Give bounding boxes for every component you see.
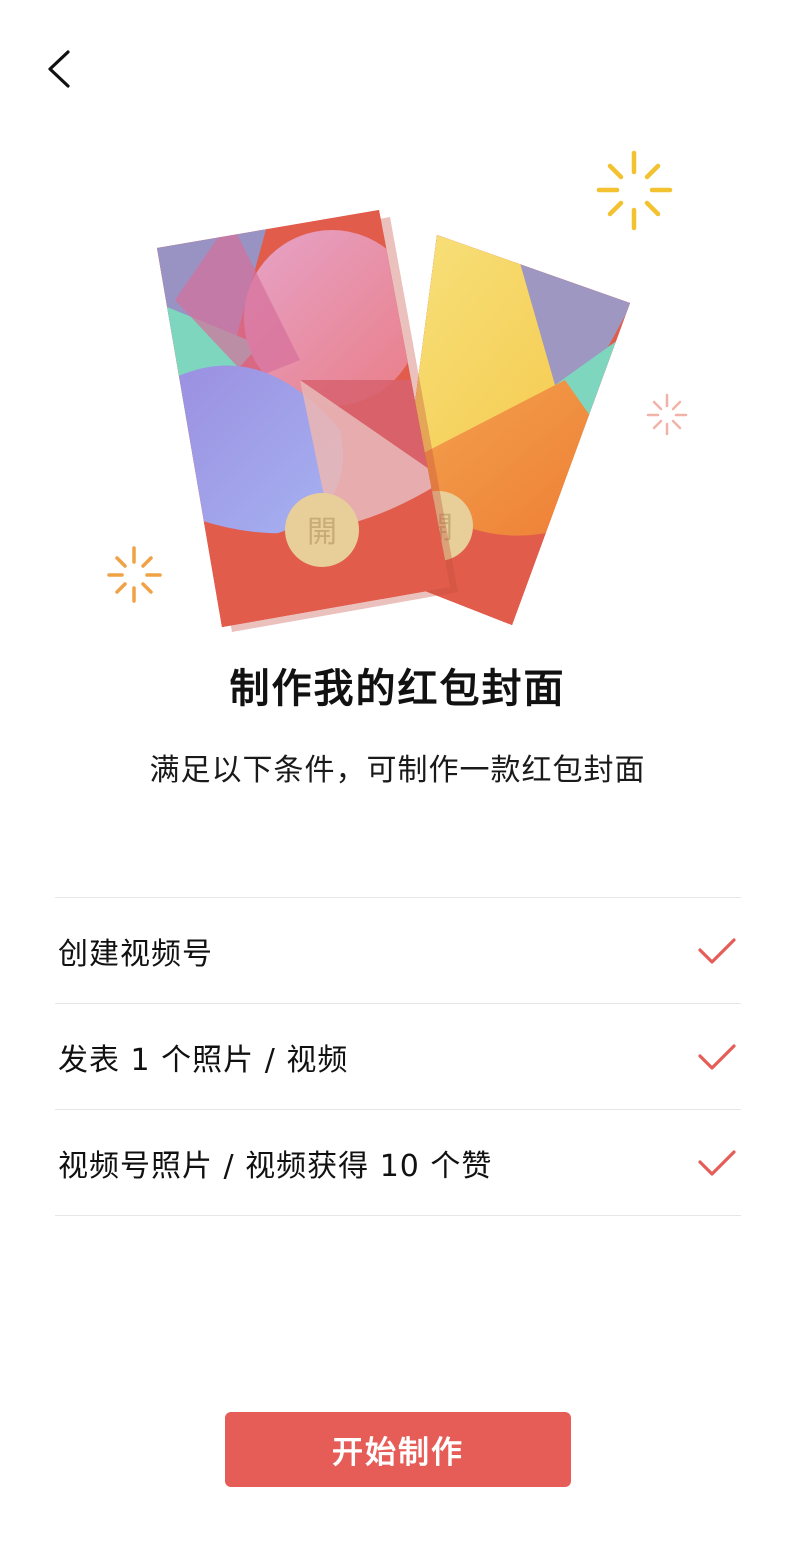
sparkle-orange-icon	[107, 546, 162, 603]
envelope-cards-graphic: 開 開	[107, 150, 688, 632]
list-item: 发表 1 个照片 / 视频	[55, 1004, 741, 1110]
red-envelope-illustration: 開 開	[0, 130, 795, 650]
page-subtitle: 满足以下条件，可制作一款红包封面	[149, 753, 646, 788]
requirement-label: 发表 1 个照片 / 视频	[58, 1042, 349, 1078]
chevron-left-icon	[30, 40, 90, 100]
front-envelope-card: 開	[157, 210, 458, 632]
list-item: 视频号照片 / 视频获得 10 个赞	[55, 1110, 741, 1216]
check-icon	[697, 1042, 737, 1072]
requirement-label: 创建视频号	[58, 936, 213, 972]
start-making-button[interactable]: 开始制作	[225, 1412, 571, 1487]
page-title: 制作我的红包封面	[229, 666, 566, 712]
sparkle-yellow-icon	[596, 150, 673, 231]
requirement-label: 视频号照片 / 视频获得 10 个赞	[58, 1148, 493, 1184]
svg-text:開: 開	[307, 515, 337, 550]
check-icon	[697, 1148, 737, 1178]
sparkle-pink-icon	[646, 393, 688, 436]
requirements-list: 创建视频号 发表 1 个照片 / 视频 视频号照片 / 视频获得 10 个赞	[55, 897, 741, 1216]
back-button[interactable]	[30, 40, 90, 100]
check-icon	[697, 936, 737, 966]
list-item: 创建视频号	[55, 898, 741, 1004]
